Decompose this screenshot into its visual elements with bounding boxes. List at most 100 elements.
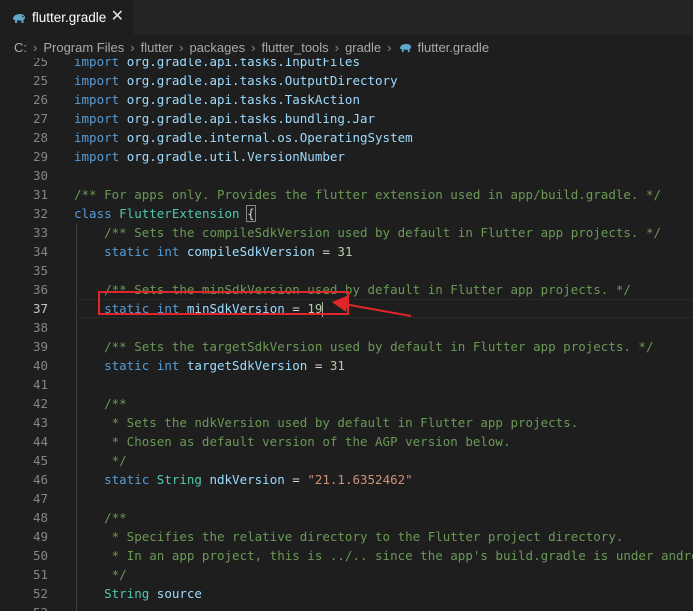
code-token: * Chosen as default version of the AGP v… [74,434,511,449]
code-text: */ [74,451,127,470]
code-line[interactable]: 39 /** Sets the targetSdkVersion used by… [0,337,693,356]
line-number: 50 [32,548,48,563]
code-token: * Specifies the relative directory to th… [74,529,624,544]
breadcrumb-item[interactable]: packages [189,40,245,55]
code-line[interactable]: 42 /** [0,394,693,413]
code-line[interactable]: 26 import org.gradle.api.tasks.TaskAction [0,90,693,109]
code-token: /** Sets the targetSdkVersion used by de… [74,339,654,354]
code-line[interactable]: 40 static int targetSdkVersion = 31 [0,356,693,375]
close-icon[interactable]: ✕ [111,8,124,26]
code-token: = [307,358,330,373]
line-number: 40 [32,358,48,373]
gradle-elephant-icon [11,11,27,25]
code-line[interactable]: 36 /** Sets the minSdkVersion used by de… [0,280,693,299]
code-text: String source [74,584,202,603]
breadcrumb-item[interactable]: Program Files [43,40,124,55]
code-line[interactable]: 32 class FlutterExtension { [0,204,693,223]
code-line[interactable]: 33 /** Sets the compileSdkVersion used b… [0,223,693,242]
code-line[interactable]: 53 [0,603,693,611]
code-token: int [156,244,187,259]
breadcrumb-item[interactable]: gradle [345,40,381,55]
code-text: import org.gradle.api.tasks.bundling.Jar [74,109,375,128]
code-token: static [74,244,157,259]
code-line[interactable]: 44 * Chosen as default version of the AG… [0,432,693,451]
code-token: /** Sets the minSdkVersion used by defau… [74,282,631,297]
code-text: class FlutterExtension { [74,204,256,223]
code-token: "21.1.6352462" [307,472,413,487]
line-number: 49 [32,529,48,544]
code-line[interactable]: 45 */ [0,451,693,470]
code-token: int [156,301,187,316]
code-line[interactable]: 50 * In an app project, this is ../.. si… [0,546,693,565]
code-line[interactable]: 48 /** [0,508,693,527]
code-line[interactable]: 30 [0,166,693,185]
code-line[interactable]: 37 static int minSdkVersion = 19 [0,299,693,318]
code-text: /** [74,508,127,527]
code-line[interactable]: 43 * Sets the ndkVersion used by default… [0,413,693,432]
code-token: org.gradle.util.VersionNumber [126,149,345,164]
code-line[interactable]: 25 import org.gradle.api.tasks.InputFiles [0,58,693,71]
code-token: /** [74,510,127,525]
code-text: import org.gradle.internal.os.OperatingS… [74,128,413,147]
code-text: import org.gradle.api.tasks.TaskAction [74,90,360,109]
code-token: source [156,586,202,601]
line-number: 47 [32,491,48,506]
code-token: import [74,73,127,88]
code-line[interactable]: 41 [0,375,693,394]
tab-flutter-gradle[interactable]: flutter.gradle ✕ [0,0,134,35]
code-token: class [74,206,120,221]
code-token: { [246,205,256,222]
breadcrumb-item[interactable]: flutter_tools [261,40,328,55]
code-token: ndkVersion [209,472,285,487]
breadcrumb-item[interactable]: C: [14,40,27,55]
code-editor[interactable]: 25 import org.gradle.api.tasks.InputFiles… [0,58,693,611]
code-token: import [74,149,127,164]
code-line[interactable]: 46 static String ndkVersion = "21.1.6352… [0,470,693,489]
code-line[interactable]: 29 import org.gradle.util.VersionNumber [0,147,693,166]
code-line[interactable]: 34 static int compileSdkVersion = 31 [0,242,693,261]
line-number: 39 [32,339,48,354]
code-token: * In an app project, this is ../.. since… [74,548,693,563]
code-token: compileSdkVersion [186,244,315,259]
code-line[interactable]: 25 import org.gradle.api.tasks.OutputDire… [0,71,693,90]
code-line[interactable]: 31 /** For apps only. Provides the flutte… [0,185,693,204]
code-line[interactable]: 51 */ [0,565,693,584]
code-line[interactable]: 27 import org.gradle.api.tasks.bundling.J… [0,109,693,128]
code-line[interactable]: 38 [0,318,693,337]
code-token: static [74,472,157,487]
code-text: import org.gradle.api.tasks.InputFiles [74,58,360,71]
breadcrumb-item[interactable]: flutter [141,40,174,55]
code-token: static [74,358,157,373]
code-text: /** Sets the targetSdkVersion used by de… [74,337,653,356]
line-number: 38 [32,320,48,335]
chevron-right-icon: › [334,39,340,55]
line-number: 35 [32,263,48,278]
code-text: /** Sets the minSdkVersion used by defau… [74,280,631,299]
code-token: String [156,472,210,487]
code-line[interactable]: 35 [0,261,693,280]
code-line[interactable]: 52 String source [0,584,693,603]
code-text: static int compileSdkVersion = 31 [74,242,352,261]
code-token: = [284,472,308,487]
breadcrumb-item[interactable]: flutter.gradle [418,40,490,55]
line-number: 30 [32,168,48,183]
code-line[interactable]: 47 [0,489,693,508]
code-token: import [74,58,127,69]
code-token: minSdkVersion [186,301,285,316]
line-number: 42 [32,396,48,411]
code-token: 19 [307,301,323,316]
line-number: 33 [32,225,48,240]
code-text: static String ndkVersion = "21.1.6352462… [74,470,413,489]
chevron-right-icon: › [251,39,256,55]
line-number: 46 [32,472,48,487]
tab-bar: flutter.gradle ✕ [0,0,693,35]
code-token: /** [74,396,127,411]
tab-title: flutter.gradle [32,10,107,25]
code-token: int [156,358,187,373]
code-line[interactable]: 28 import org.gradle.internal.os.Operatin… [0,128,693,147]
code-token: org.gradle.api.tasks.TaskAction [126,92,360,107]
code-line[interactable]: 49 * Specifies the relative directory to… [0,527,693,546]
line-number: 52 [32,586,48,601]
code-token: import [74,130,127,145]
code-text: static int targetSdkVersion = 31 [74,356,345,375]
